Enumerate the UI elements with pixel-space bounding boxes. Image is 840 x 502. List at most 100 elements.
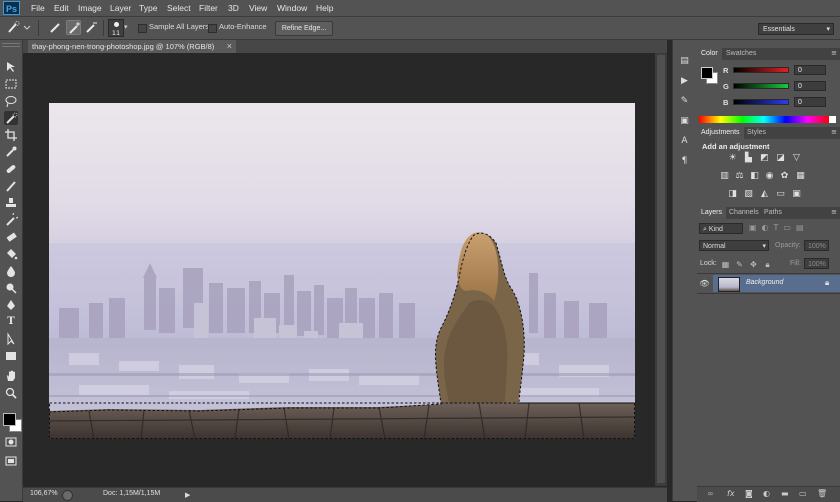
hue-saturation-icon[interactable]: ▥ — [719, 171, 730, 182]
history-panel-icon[interactable]: ▤ — [677, 56, 692, 70]
layer-filter-kind[interactable]: ⌕ Kind — [699, 223, 743, 234]
eye-icon[interactable]: 👁︎ — [699, 279, 710, 288]
healing-brush-tool[interactable] — [4, 162, 18, 176]
document-tab[interactable]: thay-phong-nen-trong-photoshop.jpg @ 107… — [28, 40, 236, 53]
posterize-icon[interactable]: ▨ — [743, 189, 754, 200]
vibrance-icon[interactable]: ▽ — [791, 153, 802, 164]
menu-edit[interactable]: Edit — [54, 0, 69, 16]
sample-all-layers-checkbox[interactable] — [138, 24, 147, 33]
menu-select[interactable]: Select — [167, 0, 191, 16]
blue-value-field[interactable]: 0 — [794, 97, 826, 107]
new-selection-button[interactable] — [48, 20, 63, 35]
color-spectrum-ramp[interactable] — [699, 116, 829, 123]
color-balance-icon[interactable]: ⚖ — [734, 171, 745, 182]
menu-view[interactable]: View — [249, 0, 267, 16]
lock-image-icon[interactable]: ✎ — [735, 260, 744, 269]
link-layers-icon[interactable]: ∞ — [707, 489, 714, 498]
layer-row[interactable]: Background 🔒︎ — [713, 275, 840, 292]
paragraph-panel-icon[interactable]: ¶ — [677, 156, 692, 170]
add-to-selection-button[interactable] — [66, 20, 81, 35]
tab-adjustments[interactable]: Adjustments — [697, 127, 744, 139]
tab-channels[interactable]: Channels — [725, 207, 763, 219]
tab-paths[interactable]: Paths — [760, 207, 786, 219]
menu-layer[interactable]: Layer — [110, 0, 131, 16]
toolbar-grip[interactable] — [2, 43, 20, 47]
menu-type[interactable]: Type — [139, 0, 157, 16]
type-tool[interactable]: T — [4, 315, 18, 329]
tab-layers[interactable]: Layers — [697, 207, 727, 219]
shape-tool[interactable] — [4, 349, 18, 363]
tab-color[interactable]: Color — [697, 48, 722, 60]
hand-tool[interactable] — [4, 369, 18, 383]
red-slider[interactable] — [733, 67, 789, 73]
trash-icon[interactable]: 🗑︎ — [817, 489, 827, 498]
brush-size-picker[interactable]: 11 — [108, 19, 124, 37]
dodge-tool[interactable] — [4, 281, 18, 295]
new-group-icon[interactable]: ▬ — [781, 489, 789, 498]
new-layer-icon[interactable]: ▭ — [799, 489, 807, 498]
status-menu-icon[interactable] — [62, 490, 73, 501]
crop-tool[interactable] — [4, 128, 18, 142]
move-tool[interactable] — [4, 60, 18, 74]
green-slider[interactable] — [733, 83, 789, 89]
foreground-color-swatch[interactable] — [3, 413, 16, 426]
status-arrow-icon[interactable]: ▶ — [185, 491, 190, 499]
auto-enhance-checkbox[interactable] — [208, 24, 217, 33]
clone-stamp-tool[interactable] — [4, 196, 18, 210]
marquee-tool[interactable] — [4, 77, 18, 91]
path-selection-tool[interactable] — [4, 332, 18, 346]
eraser-tool[interactable] — [4, 230, 18, 244]
blue-slider[interactable] — [733, 99, 789, 105]
panel-menu-icon[interactable]: ≡ — [831, 128, 837, 136]
tab-styles[interactable]: Styles — [743, 127, 770, 139]
menu-3d[interactable]: 3D — [228, 0, 239, 16]
lock-transparent-icon[interactable]: ▦ — [721, 260, 730, 269]
blur-tool[interactable] — [4, 264, 18, 278]
menu-file[interactable]: File — [31, 0, 45, 16]
levels-icon[interactable]: ▙ — [743, 153, 754, 164]
zoom-tool[interactable] — [4, 386, 18, 400]
selective-color-icon[interactable]: ▣ — [791, 189, 802, 200]
quick-selection-tool[interactable] — [4, 111, 18, 125]
tool-presets-icon[interactable]: ▣ — [677, 116, 692, 130]
white-swatch[interactable] — [829, 116, 836, 123]
close-tab-icon[interactable]: × — [227, 40, 232, 53]
workspace-dropdown[interactable]: Essentials ▾ — [758, 23, 834, 35]
brightness-contrast-icon[interactable]: ☀ — [727, 153, 738, 164]
tab-swatches[interactable]: Swatches — [722, 48, 760, 60]
lock-all-icon[interactable]: 🔒︎ — [763, 260, 772, 269]
character-panel-icon[interactable]: A — [677, 136, 692, 150]
tool-preset-picker[interactable] — [5, 20, 33, 35]
screen-mode-button[interactable] — [4, 454, 18, 468]
quick-mask-button[interactable] — [4, 435, 18, 449]
history-brush-tool[interactable] — [4, 211, 20, 227]
panel-menu-icon[interactable]: ≡ — [831, 49, 837, 57]
scrollbar-thumb[interactable] — [657, 55, 665, 483]
document-image[interactable] — [49, 103, 635, 439]
menu-filter[interactable]: Filter — [199, 0, 218, 16]
chevron-down-icon[interactable]: ▾ — [124, 23, 128, 31]
menu-window[interactable]: Window — [277, 0, 307, 16]
fx-icon[interactable]: fx — [727, 489, 735, 498]
green-value-field[interactable]: 0 — [794, 81, 826, 91]
layer-filter-icons[interactable]: ▣◐T▭▤ — [749, 223, 833, 234]
red-value-field[interactable]: 0 — [794, 65, 826, 75]
adjustment-layer-icon[interactable]: ◐ — [763, 489, 770, 498]
invert-icon[interactable]: ◨ — [727, 189, 738, 200]
paint-bucket-tool[interactable] — [4, 247, 18, 261]
refine-edge-button[interactable]: Refine Edge... — [275, 21, 333, 36]
gradient-map-icon[interactable]: ▭ — [775, 189, 786, 200]
photo-filter-icon[interactable]: ◉ — [764, 171, 775, 182]
brush-tool[interactable] — [4, 179, 18, 193]
channel-mixer-icon[interactable]: ✿ — [779, 171, 790, 182]
exposure-icon[interactable]: ◪ — [775, 153, 786, 164]
color-lookup-icon[interactable]: ▦ — [795, 171, 806, 182]
actions-panel-icon[interactable]: ▶ — [677, 76, 692, 90]
lock-position-icon[interactable]: ✥ — [749, 260, 758, 269]
brush-presets-icon[interactable]: ✎ — [677, 96, 692, 110]
threshold-icon[interactable]: ◭ — [759, 189, 770, 200]
vertical-scrollbar[interactable] — [655, 53, 667, 486]
foreground-color-swatch[interactable] — [701, 67, 713, 79]
menu-help[interactable]: Help — [316, 0, 333, 16]
menu-image[interactable]: Image — [78, 0, 102, 16]
